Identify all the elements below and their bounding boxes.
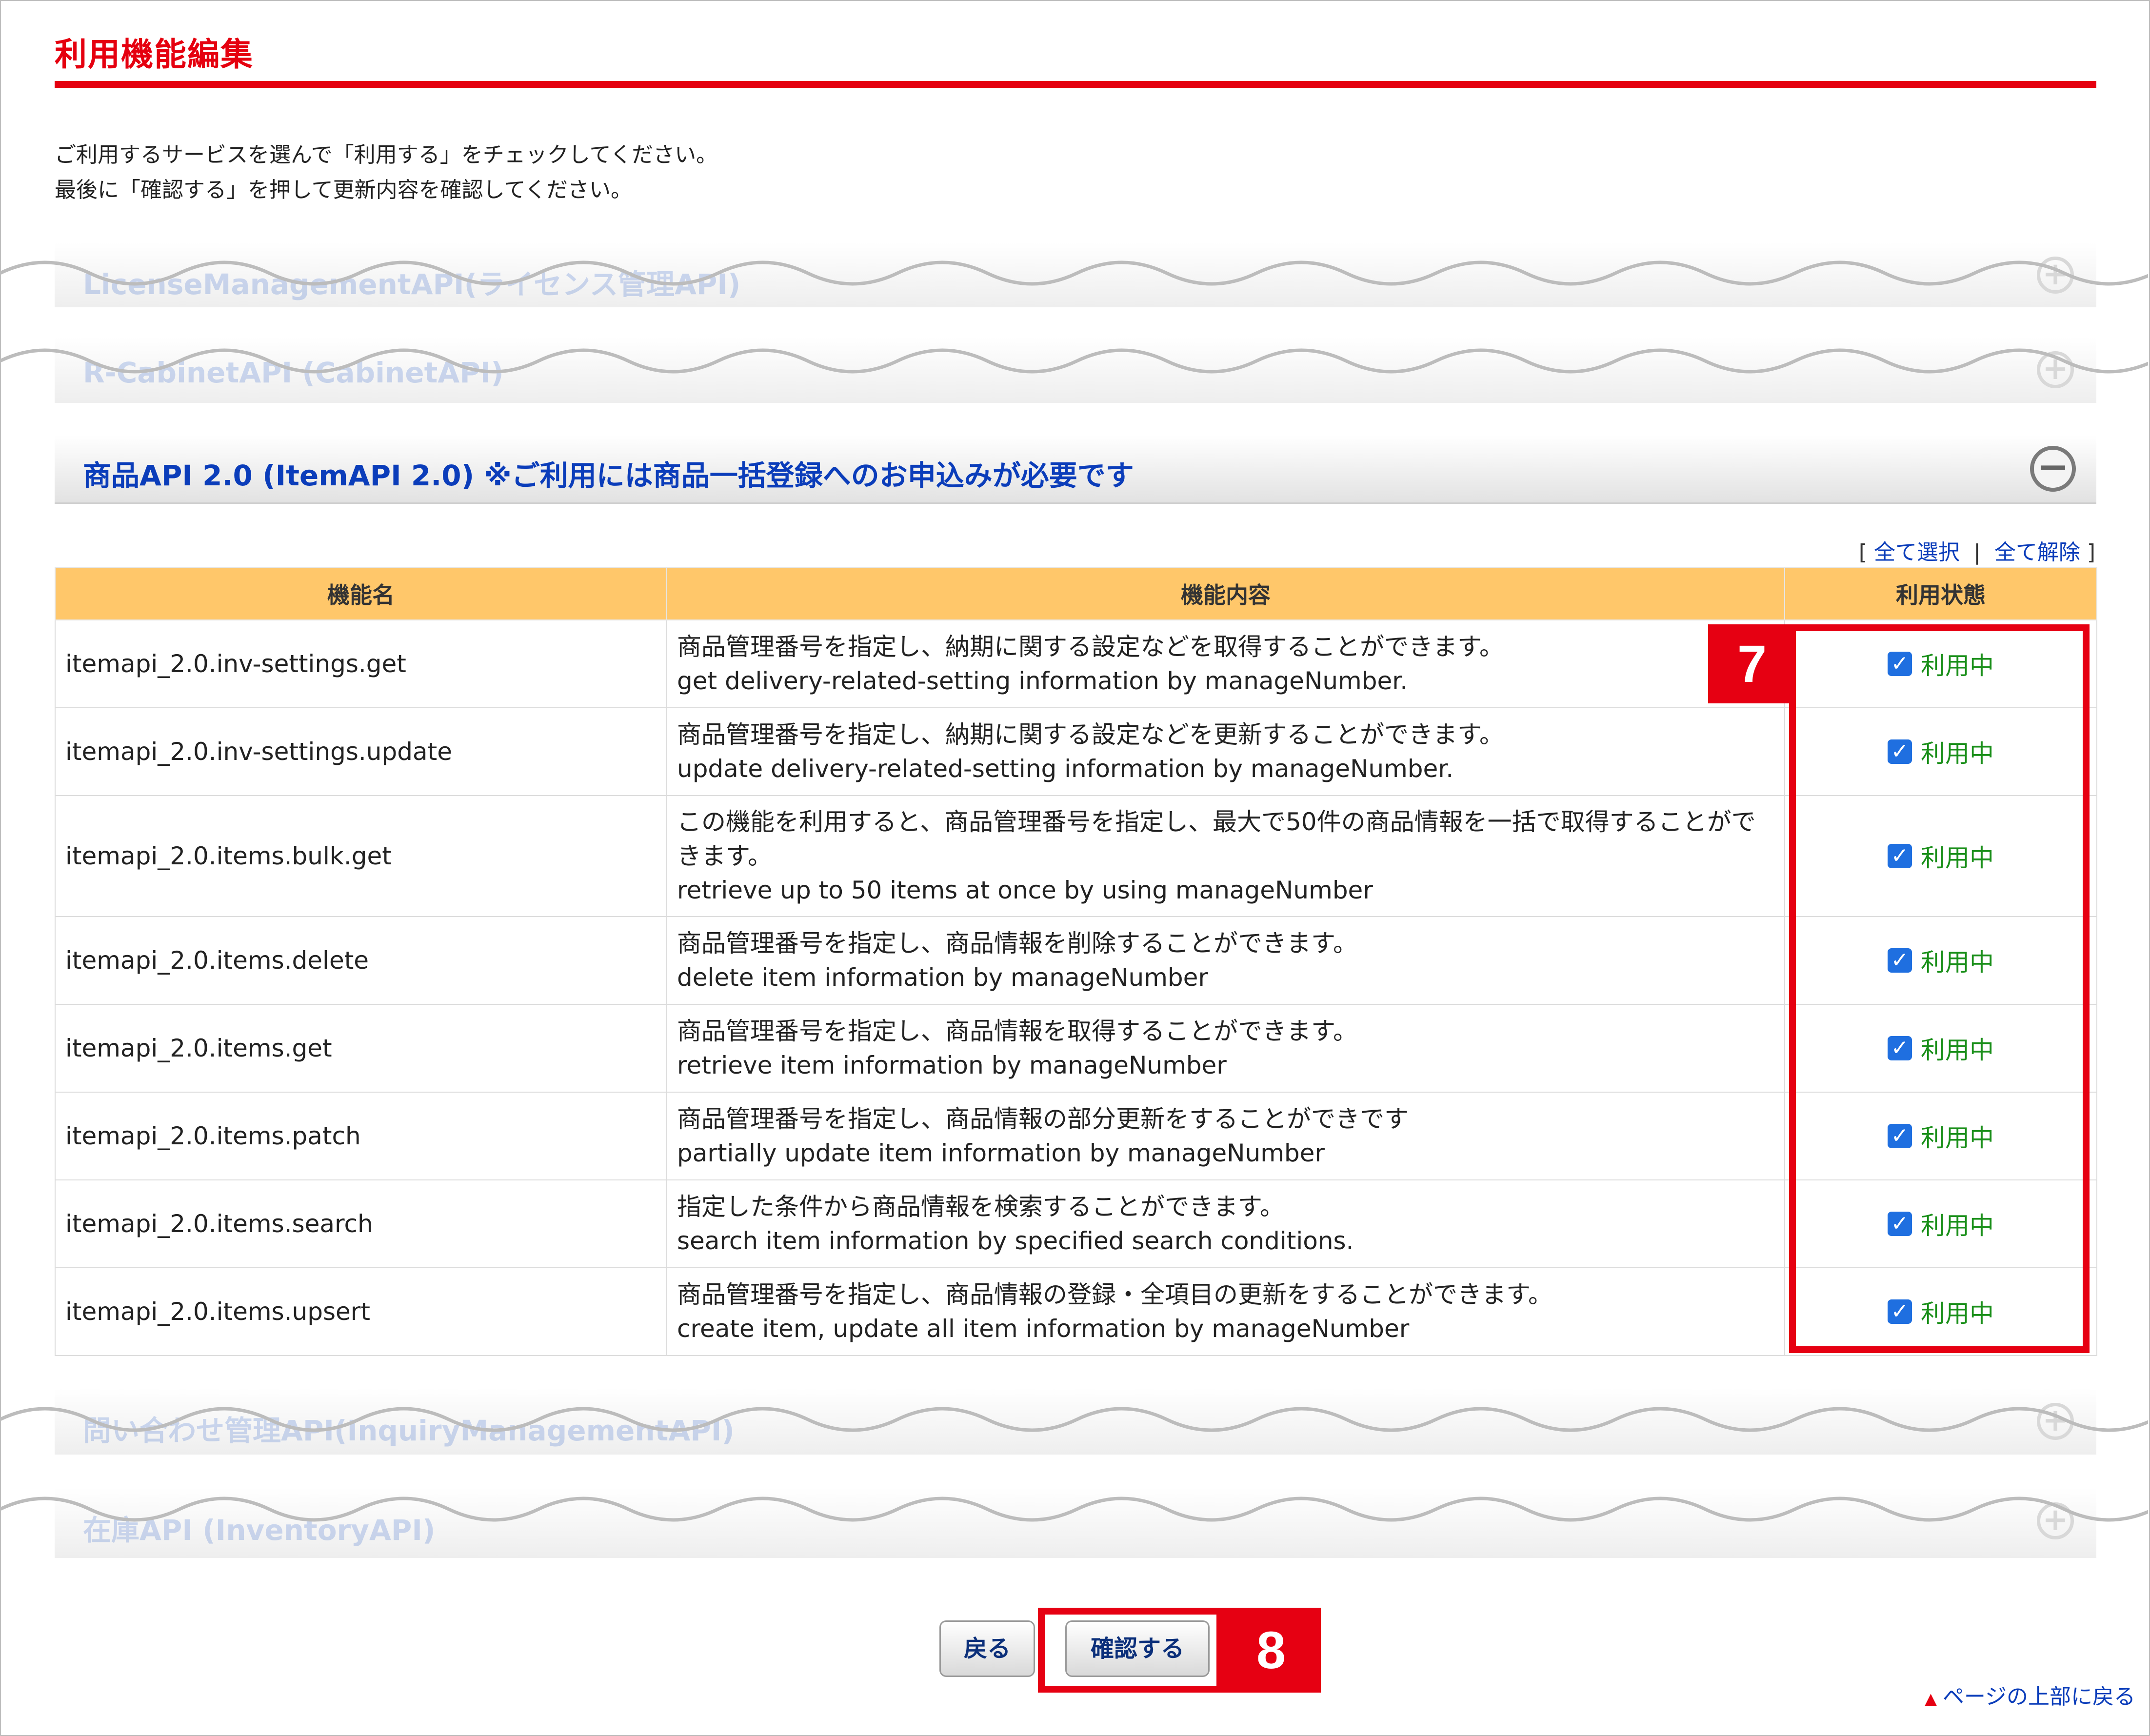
- panel-item-title: 商品API 2.0 (ItemAPI 2.0) ※ご利用には商品一括登録へのお申…: [83, 459, 1134, 492]
- panel-inventory-title: 在庫API (InventoryAPI): [83, 1514, 436, 1547]
- function-desc: この機能を利用すると、商品管理番号を指定し、最大で50件の商品情報を一括で取得す…: [666, 795, 1785, 917]
- function-name: itemapi_2.0.inv-settings.get: [55, 619, 667, 708]
- desc-ja: 商品管理番号を指定し、商品情報の登録・全項目の更新をすることができます。: [677, 1280, 1553, 1309]
- expand-icon[interactable]: +: [2037, 257, 2074, 294]
- up-triangle-icon: ▲: [1925, 1689, 1937, 1708]
- desc-ja: 商品管理番号を指定し、納期に関する設定などを取得することができます。: [677, 633, 1504, 661]
- panel-license-title: LicenseManagementAPI(ライセンス管理API): [83, 268, 741, 301]
- function-desc: 商品管理番号を指定し、商品情報の登録・全項目の更新をすることができます。 cre…: [666, 1267, 1785, 1356]
- function-desc: 商品管理番号を指定し、商品情報を取得することができます。 retrieve it…: [666, 1004, 1785, 1093]
- desc-en: search item information by specified sea…: [677, 1227, 1354, 1255]
- panel-item-api[interactable]: 商品API 2.0 (ItemAPI 2.0) ※ご利用には商品一括登録へのお申…: [55, 435, 2096, 504]
- desc-en: delete item information by manageNumber: [677, 963, 1208, 992]
- page-top-label: ページの上部に戻る: [1942, 1684, 2135, 1709]
- header-function-name: 機能名: [55, 567, 667, 620]
- desc-ja: 商品管理番号を指定し、納期に関する設定などを更新することができます。: [677, 720, 1504, 749]
- table-header-row: 機能名 機能内容 利用状態: [55, 567, 2097, 620]
- function-name: itemapi_2.0.items.delete: [55, 916, 667, 1005]
- desc-ja: 商品管理番号を指定し、商品情報を削除することができます。: [677, 929, 1357, 958]
- link-separator: |: [1973, 540, 1981, 565]
- desc-en: create item, update all item information…: [677, 1315, 1410, 1343]
- desc-ja: この機能を利用すると、商品管理番号を指定し、最大で50件の商品情報を一括で取得す…: [677, 808, 1756, 870]
- select-links: [ 全て選択 | 全て解除 ]: [1859, 535, 2095, 566]
- back-button[interactable]: 戻る: [939, 1620, 1035, 1677]
- panel-cabinet-api[interactable]: R-CabinetAPI (CabinetAPI) +: [55, 337, 2096, 403]
- desc-ja: 商品管理番号を指定し、商品情報を取得することができます。: [677, 1017, 1357, 1045]
- function-desc: 商品管理番号を指定し、商品情報の部分更新をすることができです partially…: [666, 1092, 1785, 1180]
- desc-en: retrieve up to 50 items at once by using…: [677, 876, 1373, 904]
- intro-line-2: 最後に「確認する」を押して更新内容を確認してください。: [55, 178, 633, 202]
- expand-icon[interactable]: +: [2037, 1502, 2074, 1539]
- highlight-box-confirm: [1038, 1608, 1223, 1693]
- highlight-box-status: [1789, 624, 2090, 1353]
- page-top-link[interactable]: ▲ ページの上部に戻る: [1925, 1679, 2135, 1710]
- select-all-link[interactable]: 全て選択: [1874, 540, 1960, 565]
- step-badge-8: 8: [1221, 1608, 1321, 1693]
- intro-line-1: ご利用するサービスを選んで「利用する」をチェックしてください。: [55, 142, 718, 167]
- desc-en: partially update item information by man…: [677, 1139, 1325, 1167]
- function-name: itemapi_2.0.inv-settings.update: [55, 707, 667, 796]
- function-name: itemapi_2.0.items.search: [55, 1179, 667, 1268]
- desc-en: retrieve item information by manageNumbe…: [677, 1051, 1227, 1079]
- page-title: 利用機能編集: [55, 36, 254, 73]
- expand-icon[interactable]: +: [2037, 1403, 2074, 1440]
- panel-inquiry-api[interactable]: 問い合わせ管理API(InquiryManagementAPI) +: [55, 1388, 2096, 1455]
- function-desc: 商品管理番号を指定し、納期に関する設定などを取得することができます。 get d…: [666, 619, 1785, 708]
- function-name: itemapi_2.0.items.patch: [55, 1092, 667, 1180]
- desc-ja: 指定した条件から商品情報を検索することができます。: [677, 1193, 1284, 1221]
- panel-inventory-api[interactable]: 在庫API (InventoryAPI) +: [55, 1488, 2096, 1558]
- function-desc: 商品管理番号を指定し、納期に関する設定などを更新することができます。 updat…: [666, 707, 1785, 796]
- panel-inquiry-title: 問い合わせ管理API(InquiryManagementAPI): [83, 1414, 735, 1447]
- collapse-icon[interactable]: −: [2030, 446, 2076, 492]
- header-usage-status: 利用状態: [1784, 567, 2097, 620]
- desc-en: get delivery-related-setting information…: [677, 667, 1408, 695]
- desc-ja: 商品管理番号を指定し、商品情報の部分更新をすることができです: [677, 1105, 1409, 1133]
- title-underline: [55, 81, 2096, 88]
- bracket-close: ]: [2087, 540, 2095, 565]
- function-name: itemapi_2.0.items.get: [55, 1004, 667, 1093]
- function-desc: 指定した条件から商品情報を検索することができます。 search item in…: [666, 1179, 1785, 1268]
- intro-text: ご利用するサービスを選んで「利用する」をチェックしてください。 最後に「確認する…: [55, 138, 717, 208]
- deselect-all-link[interactable]: 全て解除: [1994, 540, 2080, 565]
- panel-license-api[interactable]: LicenseManagementAPI(ライセンス管理API) +: [55, 242, 2096, 307]
- function-name: itemapi_2.0.items.upsert: [55, 1267, 667, 1356]
- function-desc: 商品管理番号を指定し、商品情報を削除することができます。 delete item…: [666, 916, 1785, 1005]
- header-function-desc: 機能内容: [666, 567, 1785, 620]
- bracket-open: [: [1858, 540, 1868, 565]
- expand-icon[interactable]: +: [2037, 351, 2074, 388]
- function-name: itemapi_2.0.items.bulk.get: [55, 795, 667, 917]
- step-badge-7: 7: [1708, 624, 1796, 703]
- panel-cabinet-title: R-CabinetAPI (CabinetAPI): [83, 356, 504, 389]
- desc-en: update delivery-related-setting informat…: [677, 755, 1454, 783]
